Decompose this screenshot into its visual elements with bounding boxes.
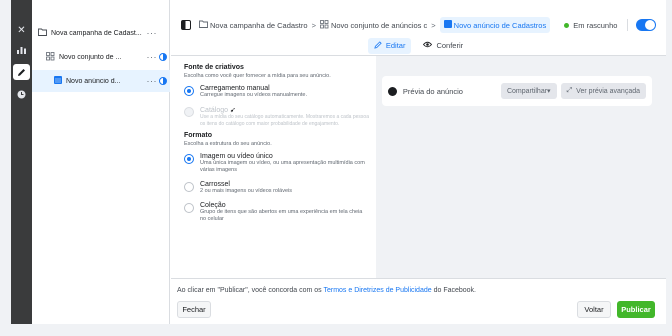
option-desc: 2 ou mais imagens ou vídeos roláveis [200,188,293,194]
campaign-tree: Nova campanha de Cadast... ··· Novo conj… [32,0,170,336]
section-desc: Escolha a estrutura do seu anúncio. [184,141,272,147]
advanced-preview-button[interactable]: ⤢ Ver prévia avançada [560,83,646,99]
radio-selected[interactable] [184,86,194,96]
status-label: Em rascunho [573,20,618,30]
editor-main: Nova campanha de Cadastro > Novo conjunt… [171,0,666,336]
chevron-right-icon: > [431,20,436,30]
tab-label: Editar [385,41,406,50]
pencil-icon[interactable] [13,64,30,80]
breadcrumb: Nova campanha de Cadastro > Novo conjunt… [171,14,666,36]
clock-icon[interactable] [13,86,30,102]
half-circle-icon [159,77,167,85]
status-badge: Em rascunho [564,21,617,30]
bar-chart-icon[interactable] [13,42,30,58]
option-title: Carregamento manual [200,85,270,92]
chevron-right-icon: > [311,20,316,30]
tree-item-ad[interactable]: Novo anúncio d... ··· [32,70,170,92]
divider [627,19,629,31]
bottom-margin [0,324,672,336]
folder-icon [199,20,208,30]
tool-rail: ✕ [11,0,32,336]
option-desc: Uma única imagem ou vídeo, ou uma aprese… [200,160,365,173]
section-title: Formato [184,132,212,139]
terms-link[interactable]: Termos e Diretrizes de Publicidade [323,287,431,294]
option-manual-upload[interactable]: Carregamento manual Carregue imagens ou … [184,85,369,99]
grid-icon [320,19,329,31]
tree-item-campaign[interactable]: Nova campanha de Cadast... ··· [32,22,170,44]
option-single-image[interactable]: Imagem ou vídeo único Uma única imagem o… [184,153,369,174]
preview-toggle[interactable] [388,86,397,96]
option-collection[interactable]: Coleção Grupo de itens que são abertos e… [184,202,369,223]
preview-panel: Prévia do anúncio Compartilhar ▾ ⤢ Ver p… [376,56,666,278]
option-title: Imagem ou vídeo único [200,153,273,160]
panel-toggle-icon[interactable] [181,20,191,30]
option-catalog: Catálogo ➹ Use a mídia do seu catálogo a… [184,106,369,127]
more-icon[interactable]: ··· [147,28,158,38]
breadcrumb-label: Novo conjunto de anúncios c [330,20,428,30]
breadcrumb-ad[interactable]: Novo anúncio de Cadastros [439,17,551,33]
ad-icon [443,20,452,30]
more-icon[interactable]: ··· [147,52,158,62]
radio-unselected[interactable] [184,203,194,213]
option-desc: Carregue imagens ou vídeos manualmente. [200,92,308,98]
option-desc: Grupo de itens que são abertos em uma ex… [200,209,363,222]
right-margin [666,0,672,336]
grid-icon [46,51,55,63]
radio-unselected[interactable] [184,182,194,192]
terms-text: Ao clicar em "Publicar", você concorda c… [177,287,477,294]
eye-icon [423,41,433,50]
option-title: Catálogo ➹ [200,107,236,114]
preview-label: Prévia do anúncio [402,86,463,96]
option-desc: Use a mídia do seu catálogo automaticame… [200,114,369,127]
tab-edit[interactable]: Editar [367,37,412,54]
status-toggle[interactable] [636,19,657,31]
cursor-icon: ➹ [229,107,236,114]
left-margin [0,0,11,336]
breadcrumb-label: Nova campanha de Cadastro [210,20,308,30]
tree-item-adset[interactable]: Novo conjunto de ... ··· [32,46,170,68]
breadcrumb-adset[interactable]: Novo conjunto de anúncios c [320,19,428,31]
close-icon[interactable]: ✕ [13,22,30,38]
share-label: Compartilhar [506,87,548,95]
folder-icon [38,28,47,38]
option-carousel[interactable]: Carrossel 2 ou mais imagens ou vídeos ro… [184,181,369,195]
editor-tabs: Editar Conferir [171,36,666,56]
section-desc: Escolha como você quer fornecer a mídia … [184,73,331,79]
option-title: Coleção [200,202,226,209]
section-title: Fonte de criativos [184,64,244,71]
breadcrumb-label: Novo anúncio de Cadastros [453,20,547,30]
advanced-label: Ver prévia avançada [576,87,640,95]
publish-button[interactable]: Publicar [617,301,655,318]
tab-review[interactable]: Conferir [417,38,469,53]
radio-disabled [184,107,194,117]
tree-item-label: Novo conjunto de ... [59,53,122,61]
option-title: Carrossel [200,181,230,188]
share-dropdown[interactable]: Compartilhar ▾ [500,83,557,99]
radio-selected[interactable] [184,154,194,164]
breadcrumb-campaign[interactable]: Nova campanha de Cadastro [199,20,308,30]
back-button[interactable]: Voltar [577,301,611,318]
creative-form: Fonte de criativos Escolha como você que… [171,56,369,278]
pencil-icon [374,40,382,51]
toggle-knob [645,20,656,30]
ad-icon [54,76,62,86]
caret-down-icon: ▾ [547,88,551,95]
half-circle-icon [159,53,167,61]
preview-card: Prévia do anúncio Compartilhar ▾ ⤢ Ver p… [382,76,652,106]
status-dot [564,22,570,28]
tree-item-label: Novo anúncio d... [66,77,121,85]
tree-item-label: Nova campanha de Cadast... [51,29,142,37]
tab-label: Conferir [436,41,464,50]
more-icon[interactable]: ··· [147,76,158,86]
expand-icon: ⤢ [566,87,573,94]
close-button[interactable]: Fechar [177,301,211,318]
